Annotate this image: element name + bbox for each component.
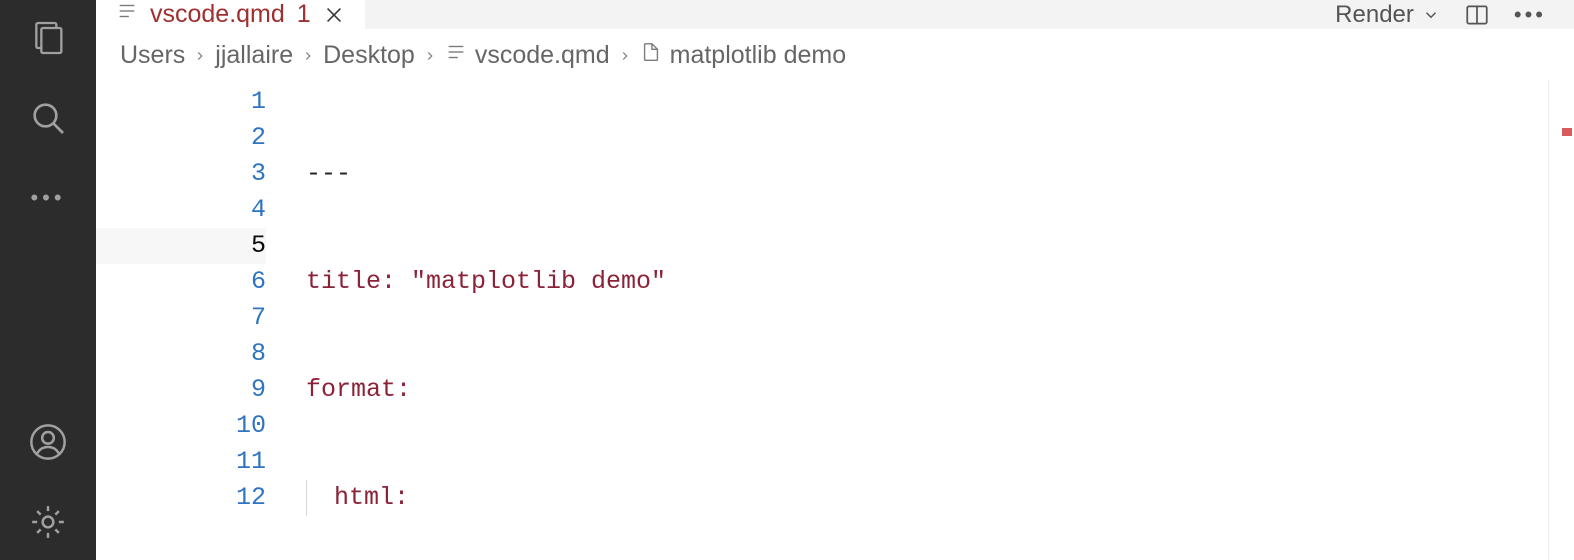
settings-gear-icon[interactable] — [24, 498, 72, 546]
error-marker[interactable] — [1562, 128, 1572, 136]
breadcrumb-segment[interactable]: matplotlib demo — [640, 41, 846, 70]
file-icon — [116, 0, 138, 29]
breadcrumb-segment[interactable]: Desktop — [323, 41, 415, 70]
chevron-right-icon — [193, 49, 207, 63]
account-icon[interactable] — [24, 418, 72, 466]
symbol-icon — [640, 41, 662, 70]
file-icon — [445, 41, 467, 70]
search-icon[interactable] — [24, 94, 72, 142]
tab-bar: vscode.qmd 1 Render ••• — [96, 0, 1574, 29]
code-line: html: — [306, 480, 1574, 516]
code-line: title: "matplotlib demo" — [306, 264, 1574, 300]
line-number: 6 — [96, 264, 266, 300]
tab-filename: vscode.qmd — [150, 0, 285, 29]
close-icon[interactable] — [323, 4, 345, 26]
editor[interactable]: 1 2 3 4 5 6 7 8 9 10 11 12 --- title: "m… — [96, 80, 1574, 560]
code-area[interactable]: --- title: "matplotlib demo" format: htm… — [306, 80, 1574, 560]
line-number: 10 — [96, 408, 266, 444]
breadcrumb-segment[interactable]: vscode.qmd — [445, 41, 610, 70]
line-number: 7 — [96, 300, 266, 336]
render-button[interactable]: Render — [1335, 1, 1440, 29]
line-number: 12 — [96, 480, 266, 516]
line-number: 5 — [96, 228, 266, 264]
line-number: 9 — [96, 372, 266, 408]
activity-bar: ••• — [0, 0, 96, 560]
chevron-right-icon — [618, 49, 632, 63]
activity-overflow-icon[interactable]: ••• — [24, 174, 72, 222]
tab-dirty-indicator: 1 — [297, 0, 311, 29]
line-number: 1 — [96, 84, 266, 120]
overview-ruler[interactable] — [1548, 80, 1574, 560]
editor-tab[interactable]: vscode.qmd 1 — [96, 0, 365, 29]
split-editor-icon[interactable] — [1464, 2, 1490, 28]
breadcrumb-segment[interactable]: jjallaire — [215, 41, 293, 70]
explorer-icon[interactable] — [24, 14, 72, 62]
chevron-right-icon — [301, 49, 315, 63]
code-line: format: — [306, 372, 1574, 408]
chevron-down-icon — [1422, 6, 1440, 24]
line-number: 2 — [96, 120, 266, 156]
chevron-right-icon — [423, 49, 437, 63]
breadcrumb-segment[interactable]: Users — [120, 41, 185, 70]
line-number: 11 — [96, 444, 266, 480]
line-number: 4 — [96, 192, 266, 228]
tab-more-icon[interactable]: ••• — [1514, 2, 1546, 28]
line-number-gutter: 1 2 3 4 5 6 7 8 9 10 11 12 — [96, 80, 306, 560]
code-line: --- — [306, 156, 1574, 192]
line-number: 8 — [96, 336, 266, 372]
line-number: 3 — [96, 156, 266, 192]
breadcrumb: Users jjallaire Desktop vscode.qmd matpl… — [96, 29, 1574, 80]
render-label: Render — [1335, 1, 1414, 29]
